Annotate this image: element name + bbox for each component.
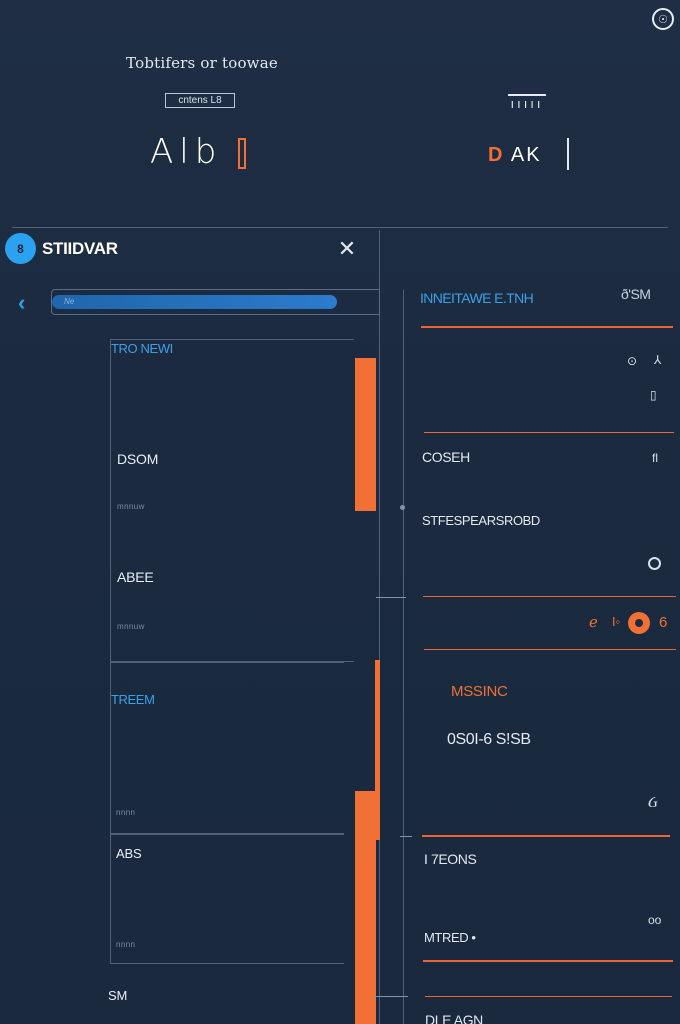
list-group-3 bbox=[110, 834, 344, 964]
list-item-meta: nnnn bbox=[116, 808, 136, 817]
section-label-tree: TREEM bbox=[111, 692, 155, 707]
column-divider-inner bbox=[403, 290, 404, 1024]
link-icon[interactable]: ℯ bbox=[589, 613, 598, 631]
orange-divider bbox=[424, 432, 674, 433]
orange-divider bbox=[423, 596, 676, 597]
list-item[interactable]: SM bbox=[108, 988, 127, 1003]
orange-divider bbox=[425, 996, 672, 997]
big-left-label: Alb bbox=[150, 132, 223, 172]
clock-icon[interactable]: ⊙ bbox=[627, 354, 637, 368]
orange-divider bbox=[424, 649, 676, 650]
bookmark-icon[interactable]: fl bbox=[652, 451, 658, 465]
column-divider bbox=[379, 230, 380, 1024]
scroll-thumb[interactable] bbox=[355, 791, 376, 1024]
connector-line bbox=[400, 836, 412, 837]
item-title[interactable]: I 7EONS bbox=[424, 851, 477, 867]
orange-divider bbox=[422, 835, 670, 837]
list-group-2 bbox=[110, 662, 344, 834]
list-item[interactable]: ABEE bbox=[117, 569, 154, 585]
list-group-1 bbox=[110, 339, 354, 662]
settings-icon[interactable]: ☉ bbox=[652, 8, 674, 30]
item-title[interactable]: MTRED • bbox=[424, 930, 476, 945]
connector-line bbox=[376, 597, 406, 598]
list-item-meta: mnnuw bbox=[117, 622, 145, 631]
copy-icon[interactable]: ▯ bbox=[650, 388, 657, 402]
barcode-icon: ııııı bbox=[508, 94, 546, 118]
right-header-meta: ð'SM bbox=[621, 286, 651, 302]
section-label-missing: MSSINC bbox=[451, 683, 508, 700]
more-icon[interactable]: oo bbox=[648, 913, 661, 927]
scroll-thumb[interactable] bbox=[355, 358, 376, 511]
font-icon[interactable]: ⅄ bbox=[654, 353, 661, 367]
list-item-meta: nnnn bbox=[116, 940, 136, 949]
connector-dot bbox=[400, 505, 405, 510]
item-title[interactable]: STFESPEARSROBD bbox=[422, 513, 540, 528]
list-item[interactable]: DSOM bbox=[117, 451, 158, 467]
page-number: 6 bbox=[659, 614, 668, 631]
cursor-bar-white bbox=[567, 138, 569, 170]
avatar[interactable]: 8 bbox=[5, 233, 36, 264]
orange-divider bbox=[421, 326, 673, 328]
big-right-label: D AK bbox=[488, 144, 542, 167]
search-input[interactable]: Ne bbox=[52, 295, 337, 309]
orange-divider bbox=[423, 960, 673, 962]
close-icon[interactable]: ✕ bbox=[335, 237, 359, 261]
section-label-new: TRO NEWI bbox=[111, 341, 173, 356]
top-divider bbox=[12, 227, 668, 228]
right-header-title: INNEITAWE E.TNH bbox=[420, 290, 534, 306]
item-value: 0S0I-6 S!SB bbox=[447, 731, 531, 748]
list-item[interactable]: ABS bbox=[116, 846, 142, 861]
list-item-meta: mnnuw bbox=[117, 502, 145, 511]
item-title[interactable]: DLE AGN bbox=[425, 1012, 483, 1024]
big-right-initial: D bbox=[488, 144, 505, 166]
chevron-left-icon[interactable]: ‹ bbox=[18, 291, 38, 315]
panel-title: STIIDVAR bbox=[42, 239, 118, 258]
item-title[interactable]: COSEH bbox=[422, 449, 470, 465]
app-screen: ☉ Tobtifers or toowae cntens L8 Alb ıııı… bbox=[0, 0, 680, 1024]
page-title: Tobtifers or toowae bbox=[126, 54, 278, 72]
big-right-rest: AK bbox=[510, 144, 542, 166]
refresh-icon[interactable]: Ᏽ bbox=[648, 794, 658, 811]
radio-icon[interactable] bbox=[648, 557, 661, 570]
pager-indicator: I◦ bbox=[612, 614, 621, 629]
record-icon[interactable] bbox=[628, 612, 650, 634]
cursor-bar-orange bbox=[238, 138, 246, 169]
subtitle-chip[interactable]: cntens L8 bbox=[165, 93, 235, 108]
connector-line bbox=[372, 996, 408, 997]
